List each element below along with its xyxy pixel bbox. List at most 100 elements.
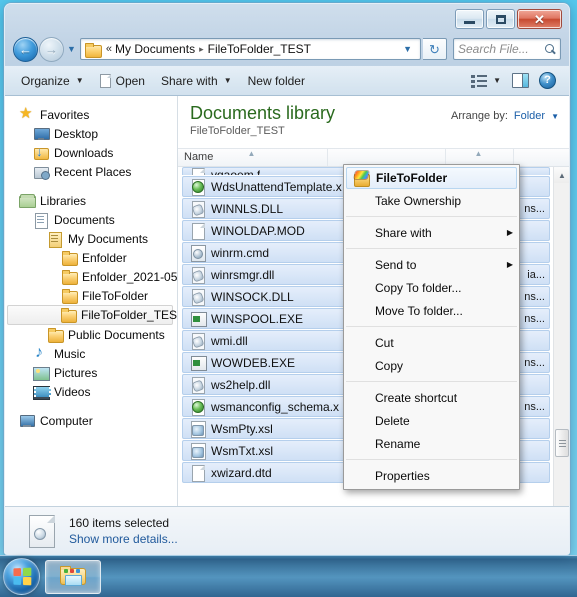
sidebar-item-label: Videos: [54, 384, 91, 399]
close-icon: ✕: [534, 11, 545, 27]
context-menu-item-filetofolder[interactable]: FileToFolder: [346, 167, 517, 189]
sidebar-item-enfolder[interactable]: Enfolder: [5, 248, 177, 267]
sidebar-item-music[interactable]: Music: [5, 344, 177, 363]
context-menu-item-send-to[interactable]: Send to ▶: [344, 253, 519, 276]
menu-item-label: Send to: [375, 257, 417, 272]
context-menu-item-rename[interactable]: Rename: [344, 432, 519, 455]
exe-file-icon: [190, 355, 207, 371]
breadcrumb-overflow-chevrons[interactable]: «: [103, 43, 115, 55]
context-menu-item-cut[interactable]: Cut: [344, 331, 519, 354]
column-header-name[interactable]: ▲ Name: [178, 149, 328, 166]
file-name: winrsmgr.dll: [211, 267, 275, 282]
context-menu-item-delete[interactable]: Delete: [344, 409, 519, 432]
arrange-by-value[interactable]: Folder: [514, 110, 545, 122]
breadcrumb-item-my-documents[interactable]: My Documents: [115, 42, 195, 56]
chevron-down-icon[interactable]: ▼: [551, 112, 559, 121]
folder-icon: [61, 250, 78, 266]
file-name: WINOLDAP.MOD: [211, 223, 305, 238]
menu-separator: [346, 459, 517, 460]
vertical-scrollbar[interactable]: ▲ ▼: [553, 167, 569, 537]
details-pane: 160 items selected Show more details...: [5, 506, 569, 554]
minimize-button[interactable]: [455, 9, 484, 29]
context-menu-item-move-to-folder[interactable]: Move To folder...: [344, 299, 519, 322]
sidebar-item-downloads[interactable]: Downloads: [5, 143, 177, 162]
file-meta: ns...: [524, 400, 545, 413]
close-button[interactable]: ✕: [517, 9, 562, 29]
generic-file-icon: [190, 464, 206, 482]
vertical-scrollbar-thumb[interactable]: [555, 429, 569, 457]
show-more-details-link[interactable]: Show more details...: [69, 532, 178, 546]
back-button[interactable]: ←: [13, 36, 38, 62]
breadcrumb-item-filetofolder-test[interactable]: FileToFolder_TEST: [208, 42, 311, 56]
arrange-by-control[interactable]: Arrange by: Folder ▼: [451, 103, 559, 122]
sidebar-item-my-documents[interactable]: My Documents: [5, 229, 177, 248]
context-menu-item-take-ownership[interactable]: Take Ownership: [344, 189, 519, 212]
sidebar-item-favorites[interactable]: Favorites: [5, 104, 177, 124]
context-menu-item-copy-to-folder[interactable]: Copy To folder...: [344, 276, 519, 299]
sidebar-item-computer[interactable]: Computer: [5, 411, 177, 430]
scroll-up-button[interactable]: ▲: [554, 167, 569, 183]
file-name: WsmPty.xsl: [211, 421, 273, 436]
recent-places-icon: [33, 164, 50, 180]
context-menu-item-copy[interactable]: Copy: [344, 354, 519, 377]
chevron-down-icon: ▼: [223, 76, 232, 85]
refresh-button[interactable]: ↻: [423, 38, 447, 60]
file-type-icon: [27, 514, 57, 548]
file-meta: ia...: [527, 268, 545, 281]
sidebar-item-public-documents[interactable]: Public Documents: [5, 325, 177, 344]
submenu-arrow-icon: ▶: [506, 260, 513, 269]
maximize-button[interactable]: [486, 9, 515, 29]
history-dropdown-icon[interactable]: ▼: [67, 44, 76, 54]
forward-button[interactable]: →: [39, 36, 64, 62]
context-menu-item-share-with[interactable]: Share with ▶: [344, 221, 519, 244]
open-button[interactable]: Open: [92, 71, 153, 91]
file-name: xwizard.dtd: [211, 465, 272, 480]
start-button[interactable]: [3, 558, 40, 595]
grip-icon: [558, 439, 566, 447]
my-documents-icon: [47, 231, 63, 248]
window-controls: ✕: [455, 9, 562, 29]
help-icon: ?: [539, 72, 556, 89]
status-badge: 160 items selected: [69, 515, 170, 530]
page-subtitle: FileToFolder_TEST: [190, 124, 285, 137]
sidebar-item-documents[interactable]: Documents: [5, 210, 177, 229]
documents-library-icon: [33, 212, 49, 229]
menu-item-label: Take Ownership: [375, 193, 462, 208]
search-input[interactable]: Search File...: [453, 38, 561, 60]
sidebar-item-enfolder-2021[interactable]: Enfolder_2021-05: [5, 267, 177, 286]
organize-button[interactable]: Organize ▼: [13, 71, 92, 91]
sidebar-item-pictures[interactable]: Pictures: [5, 363, 177, 382]
breadcrumb-separator-icon[interactable]: ▸: [195, 44, 208, 55]
folder-icon: [84, 42, 102, 58]
change-view-button[interactable]: ▼: [467, 71, 505, 91]
chevron-down-icon[interactable]: ▼: [397, 44, 418, 54]
exe-file-icon: [190, 311, 207, 327]
sidebar-item-filetofolder[interactable]: FileToFolder: [5, 286, 177, 305]
taskbar-button-windows-explorer[interactable]: [45, 559, 101, 594]
sidebar-item-libraries[interactable]: Libraries: [5, 191, 177, 210]
sidebar-item-desktop[interactable]: Desktop: [5, 124, 177, 143]
title-bar[interactable]: ✕: [5, 4, 569, 32]
context-menu-item-create-shortcut[interactable]: Create shortcut: [344, 386, 519, 409]
library-title-block: Documents library FileToFolder_TEST: [190, 103, 335, 137]
file-name: WINSPOOL.EXE: [211, 311, 304, 326]
preview-pane-button[interactable]: [508, 70, 533, 91]
new-folder-button[interactable]: New folder: [240, 71, 313, 91]
sidebar-item-filetofolder-test[interactable]: FileToFolder_TES: [7, 305, 177, 325]
libraries-icon: [19, 193, 36, 209]
sidebar-item-recent-places[interactable]: Recent Places: [5, 162, 177, 181]
context-menu-item-properties[interactable]: Properties: [344, 464, 519, 487]
share-with-button[interactable]: Share with ▼: [153, 71, 240, 91]
column-header-4[interactable]: [514, 149, 562, 166]
sidebar-item-label: Public Documents: [68, 327, 165, 342]
column-header-label: Name: [184, 151, 214, 163]
downloads-icon: [33, 144, 49, 161]
help-button[interactable]: ?: [536, 69, 559, 92]
organize-label: Organize: [21, 73, 70, 88]
sidebar-item-label: Downloads: [54, 145, 114, 160]
menu-item-label: Delete: [375, 413, 410, 428]
breadcrumb-address-bar[interactable]: « My Documents ▸ FileToFolder_TEST ▼: [79, 38, 421, 60]
sidebar-item-label: Enfolder_2021-05: [82, 269, 177, 284]
sidebar-item-videos[interactable]: Videos: [5, 382, 177, 401]
